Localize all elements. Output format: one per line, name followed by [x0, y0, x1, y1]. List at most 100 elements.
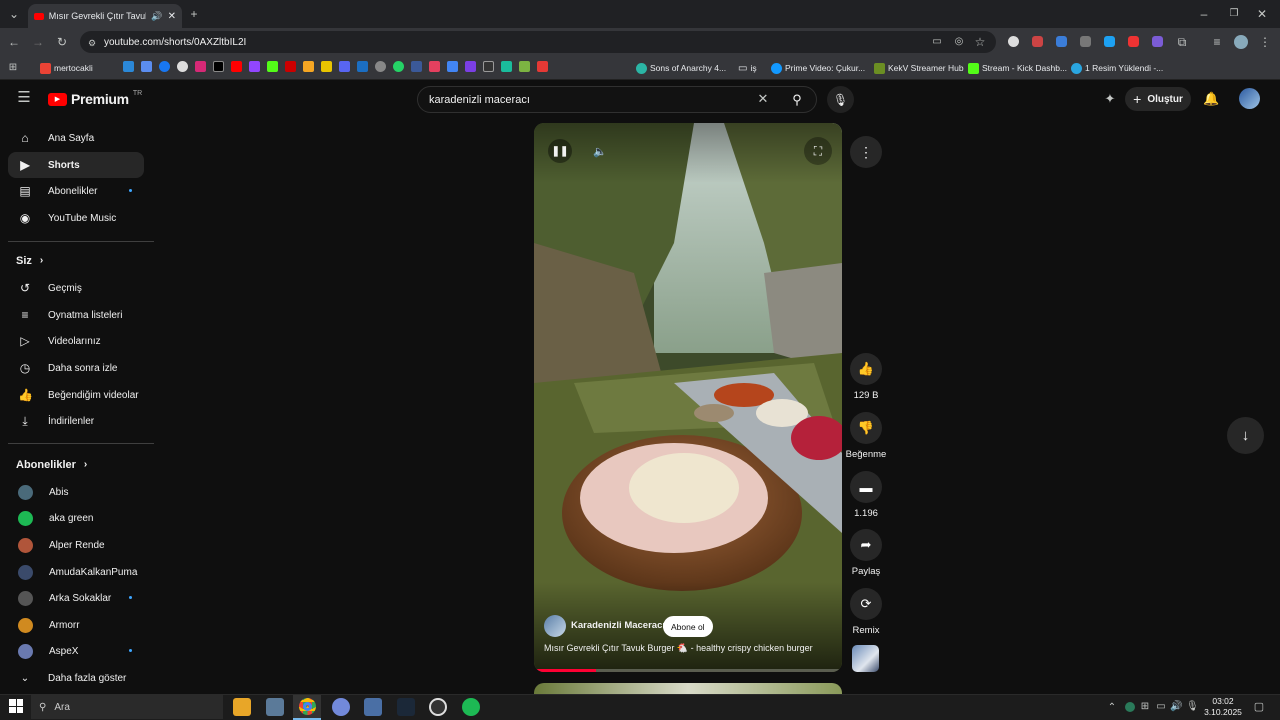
bookmark-icon[interactable] [501, 61, 512, 72]
bookmark-kick-dashboard[interactable]: Stream - Kick Dashb... [968, 60, 1067, 76]
browser-tab[interactable]: Mısır Gevrekli Çıtır Tavuk Bu 🔊 ✕ [28, 4, 182, 28]
app-icon[interactable] [429, 698, 447, 716]
bookmark-icon[interactable] [537, 61, 548, 72]
bookmark-kekv[interactable]: KekV Streamer Hub [874, 60, 964, 76]
steam-icon[interactable] [397, 698, 415, 716]
like-button[interactable]: 👍 129 B [836, 353, 896, 401]
extension-icon[interactable] [1032, 36, 1043, 47]
discord-icon[interactable] [332, 698, 350, 716]
tray-app-icon[interactable] [1125, 702, 1135, 712]
subscription-item[interactable]: Armorr [8, 612, 144, 638]
sidebar-you-item-2[interactable]: ▷ Videolarınız [8, 328, 144, 354]
cast-icon[interactable]: ▭ [930, 34, 944, 50]
tab-close-icon[interactable]: ✕ [168, 11, 176, 22]
site-info-icon[interactable]: ⚙ [86, 35, 98, 51]
whatsapp-icon[interactable] [393, 61, 404, 72]
subscription-item[interactable]: Arka Sokaklar [8, 585, 144, 611]
bookmark-icon[interactable] [411, 61, 422, 72]
subscription-item[interactable]: AmudaKalkanPuma [8, 559, 144, 585]
bookmark-icon[interactable] [375, 61, 386, 72]
extension-icon[interactable] [1008, 36, 1019, 47]
bookmark-resim[interactable]: 1 Resim Yüklendi -... [1071, 60, 1163, 76]
extension-icon[interactable] [1080, 36, 1091, 47]
tab-search-icon[interactable]: ⌄ [6, 6, 22, 22]
channel-avatar[interactable] [544, 615, 566, 637]
channel-name[interactable]: Karadenizli Maceracı [571, 620, 665, 631]
reload-icon[interactable]: ↻ [54, 34, 70, 50]
profile-avatar[interactable] [1234, 35, 1248, 49]
next-short-preview[interactable] [534, 683, 842, 694]
remix-button[interactable]: ⟳ Remix [836, 588, 896, 636]
extension-icon[interactable] [1128, 36, 1139, 47]
extensions-puzzle-icon[interactable]: ⧉ [1175, 34, 1189, 50]
address-bar[interactable]: youtube.com/shorts/0AXZltbIL2I [80, 31, 996, 53]
bookmark-icon[interactable] [123, 61, 134, 72]
extension-icon[interactable] [1104, 36, 1115, 47]
volume-icon[interactable]: 🔈 [588, 139, 612, 163]
bookmark-icon[interactable] [339, 61, 350, 72]
taskbar-search[interactable]: ⚲ Ara [31, 695, 223, 719]
sidebar-subscriptions-heading[interactable]: Abonelikler › [16, 459, 87, 471]
sidebar-item-3[interactable]: ◉ YouTube Music [8, 205, 144, 231]
sidebar-item-1[interactable]: ▶ Shorts [8, 152, 144, 178]
menu-kebab-icon[interactable]: ⋮ [1258, 34, 1272, 50]
show-more-button[interactable]: ⌄ Daha fazla göster [8, 665, 144, 691]
speaker-icon[interactable]: 🔊 [1170, 699, 1182, 715]
bookmark-folder-is[interactable]: ▭ iş [738, 60, 757, 76]
fullscreen-icon[interactable]: ⛶ [804, 137, 832, 165]
account-avatar[interactable] [1239, 88, 1260, 109]
taskbar-clock[interactable]: 03:02 3.10.2025 [1200, 696, 1246, 718]
kick-icon[interactable] [267, 61, 278, 72]
youtube-premium-logo[interactable]: ▶ Premium TR [48, 90, 142, 107]
progress-bar[interactable] [534, 669, 842, 672]
chrome-taskbar-button[interactable] [293, 695, 321, 720]
bookmark-icon[interactable] [141, 61, 152, 72]
bookmark-icon[interactable] [483, 61, 494, 72]
search-button[interactable]: ⚲ [777, 86, 817, 113]
sparkle-icon[interactable]: ✦ [1102, 91, 1118, 107]
tab-search-list-icon[interactable]: ≡ [1210, 34, 1224, 50]
sidebar-you-item-3[interactable]: ◷ Daha sonra izle [8, 355, 144, 381]
bookmark-sons-of-anarchy[interactable]: Sons of Anarchy 4... [636, 60, 726, 76]
facebook-icon[interactable] [159, 61, 170, 72]
sidebar-item-0[interactable]: ⌂ Ana Sayfa [8, 125, 144, 151]
bookmark-icon[interactable] [465, 61, 476, 72]
bookmark-icon[interactable] [447, 61, 458, 72]
bookmark-icon[interactable] [285, 61, 296, 72]
subscription-item[interactable]: Abis [8, 479, 144, 505]
x-icon[interactable] [213, 61, 224, 72]
sidebar-you-heading[interactable]: Siz › [16, 255, 43, 267]
bookmark-mertocakli[interactable]: mertocakli [40, 60, 93, 76]
apps-grid-icon[interactable]: ⊞ [6, 60, 20, 76]
sidebar-item-2[interactable]: ▤ Abonelikler [8, 178, 144, 204]
sidebar-you-item-1[interactable]: ≡ Oynatma listeleri [8, 302, 144, 328]
instagram-icon[interactable] [195, 61, 206, 72]
sidebar-you-item-4[interactable]: 👍 Beğendiğim videolar [8, 382, 144, 408]
next-short-down-arrow-icon[interactable]: ↓ [1227, 417, 1264, 454]
new-tab-icon[interactable]: + [186, 6, 202, 22]
tray-chevron-up-icon[interactable]: ⌃ [1106, 700, 1118, 716]
comments-button[interactable]: ▬ 1.196 [836, 471, 896, 519]
subscription-item[interactable]: aka green [8, 505, 144, 531]
forward-icon[interactable]: → [30, 34, 46, 50]
sidebar-you-item-5[interactable]: ⤓ İndirilenler [8, 408, 144, 434]
google-icon[interactable] [177, 61, 188, 72]
dislike-button[interactable]: 👎 Beğenme [836, 412, 896, 460]
tray-app-icon[interactable]: ⊞ [1139, 699, 1151, 715]
back-icon[interactable]: ← [6, 34, 22, 50]
bookmark-star-icon[interactable]: ☆ [973, 34, 987, 50]
voice-search-button[interactable]: 🎙 [827, 86, 854, 113]
notification-center-icon[interactable]: ▢ [1252, 699, 1266, 715]
windows-start-icon[interactable] [9, 699, 23, 713]
create-button[interactable]: + Oluştur [1125, 87, 1191, 111]
extension-icon[interactable] [1056, 36, 1067, 47]
minimize-icon[interactable]: – [1196, 6, 1212, 22]
twitch-icon[interactable] [249, 61, 260, 72]
pause-icon[interactable]: ❚❚ [548, 139, 572, 163]
eye-off-icon[interactable]: ◎ [952, 34, 966, 50]
bookmark-prime-video[interactable]: Prime Video: Çukur... [771, 60, 865, 76]
clear-search-icon[interactable]: ✕ [755, 91, 771, 107]
calculator-icon[interactable] [266, 698, 284, 716]
short-title[interactable]: Mısır Gevrekli Çıtır Tavuk Burger 🐔 - he… [544, 643, 834, 654]
more-options-icon[interactable]: ⋮ [850, 136, 882, 168]
